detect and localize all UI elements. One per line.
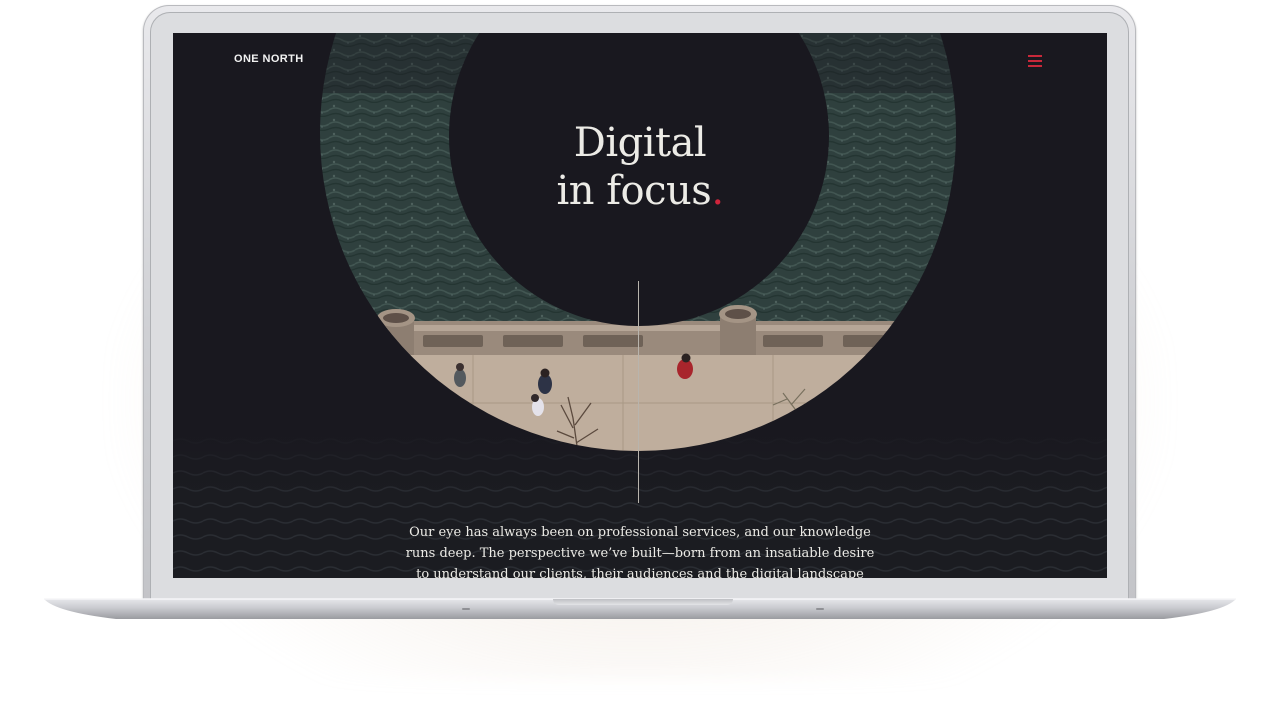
laptop-foot-right bbox=[816, 608, 824, 610]
hero-headline: Digital in focus. bbox=[473, 119, 807, 215]
intro-line-1: Our eye has always been on professional … bbox=[409, 525, 871, 540]
headline-accent-dot: . bbox=[711, 168, 724, 214]
intro-paragraph: Our eye has always been on professional … bbox=[405, 522, 875, 578]
intro-line-2: runs deep. The perspective we’ve built—b… bbox=[405, 546, 875, 561]
website-screen: ONE NORTH Digital in focus. Our eye has … bbox=[173, 33, 1107, 578]
hamburger-menu-icon[interactable] bbox=[1028, 55, 1042, 67]
headline-line-1: Digital bbox=[573, 120, 707, 166]
intro-line-3: to understand our clients, their audienc… bbox=[416, 567, 864, 578]
laptop-foot-left bbox=[462, 608, 470, 610]
laptop-mockup-scene: ONE NORTH Digital in focus. Our eye has … bbox=[0, 0, 1280, 720]
headline-line-2: in focus. bbox=[556, 168, 724, 214]
scroll-indicator-line bbox=[638, 281, 639, 503]
brand-logo[interactable]: ONE NORTH bbox=[234, 53, 304, 65]
laptop-hinge-notch bbox=[553, 599, 733, 605]
hero-artwork bbox=[173, 33, 1107, 578]
